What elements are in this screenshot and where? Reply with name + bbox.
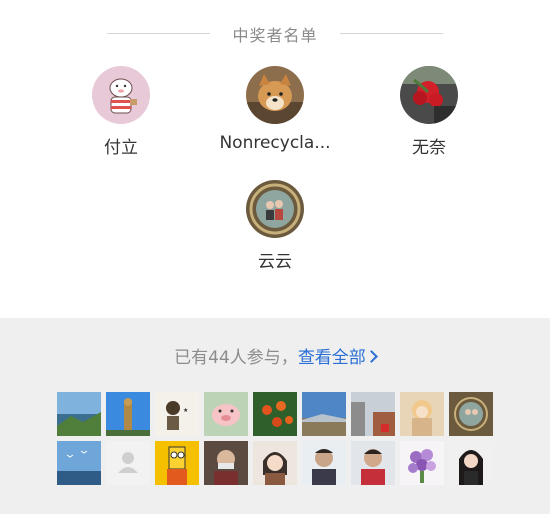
winners-header: 中奖者名单	[0, 22, 550, 46]
participant-avatar[interactable]	[400, 392, 444, 436]
chevron-right-icon	[364, 350, 378, 363]
participant-avatar[interactable]	[57, 392, 101, 436]
participant-avatar[interactable]	[106, 392, 150, 436]
participant-avatar[interactable]	[449, 392, 493, 436]
winners-title: 中奖者名单	[232, 26, 318, 45]
svg-text:★: ★	[183, 407, 188, 414]
view-all-label: 查看全部	[297, 348, 366, 368]
winner-avatar-sheep[interactable]	[92, 66, 150, 124]
winner-name: Nonrecycla...	[219, 133, 331, 153]
winner-item[interactable]: 付立	[51, 66, 191, 158]
participant-avatar[interactable]	[253, 392, 297, 436]
winner-name: 无奈	[412, 138, 446, 158]
participant-avatar[interactable]	[204, 441, 248, 485]
participant-count: 已有44人参与，	[174, 348, 298, 368]
participant-avatar[interactable]	[204, 392, 248, 436]
participant-avatar[interactable]	[302, 392, 346, 436]
participant-count-line: 已有44人参与，查看全部	[0, 343, 550, 368]
winner-name: 云云	[258, 252, 292, 272]
default-user-avatar[interactable]	[106, 441, 150, 485]
participant-avatar[interactable]: ★	[155, 392, 199, 436]
winner-item[interactable]: 云云	[205, 180, 345, 272]
view-all-link[interactable]: 查看全部	[297, 348, 378, 368]
winner-item[interactable]: Nonrecycla...	[205, 66, 345, 153]
participant-avatar[interactable]	[253, 441, 297, 485]
winner-avatar-couple[interactable]	[246, 180, 304, 238]
participant-avatar[interactable]	[400, 441, 444, 485]
participant-avatar[interactable]	[57, 441, 101, 485]
participant-avatar[interactable]	[449, 441, 493, 485]
participant-avatar[interactable]	[351, 392, 395, 436]
participant-avatar[interactable]	[155, 441, 199, 485]
winner-item[interactable]: 无奈	[359, 66, 499, 158]
header-divider-right	[340, 33, 443, 34]
participant-avatar[interactable]	[302, 441, 346, 485]
winner-avatar-flower[interactable]	[400, 66, 458, 124]
participant-avatar[interactable]	[351, 441, 395, 485]
winner-name: 付立	[104, 138, 138, 158]
winner-avatar-shiba[interactable]	[246, 66, 304, 124]
